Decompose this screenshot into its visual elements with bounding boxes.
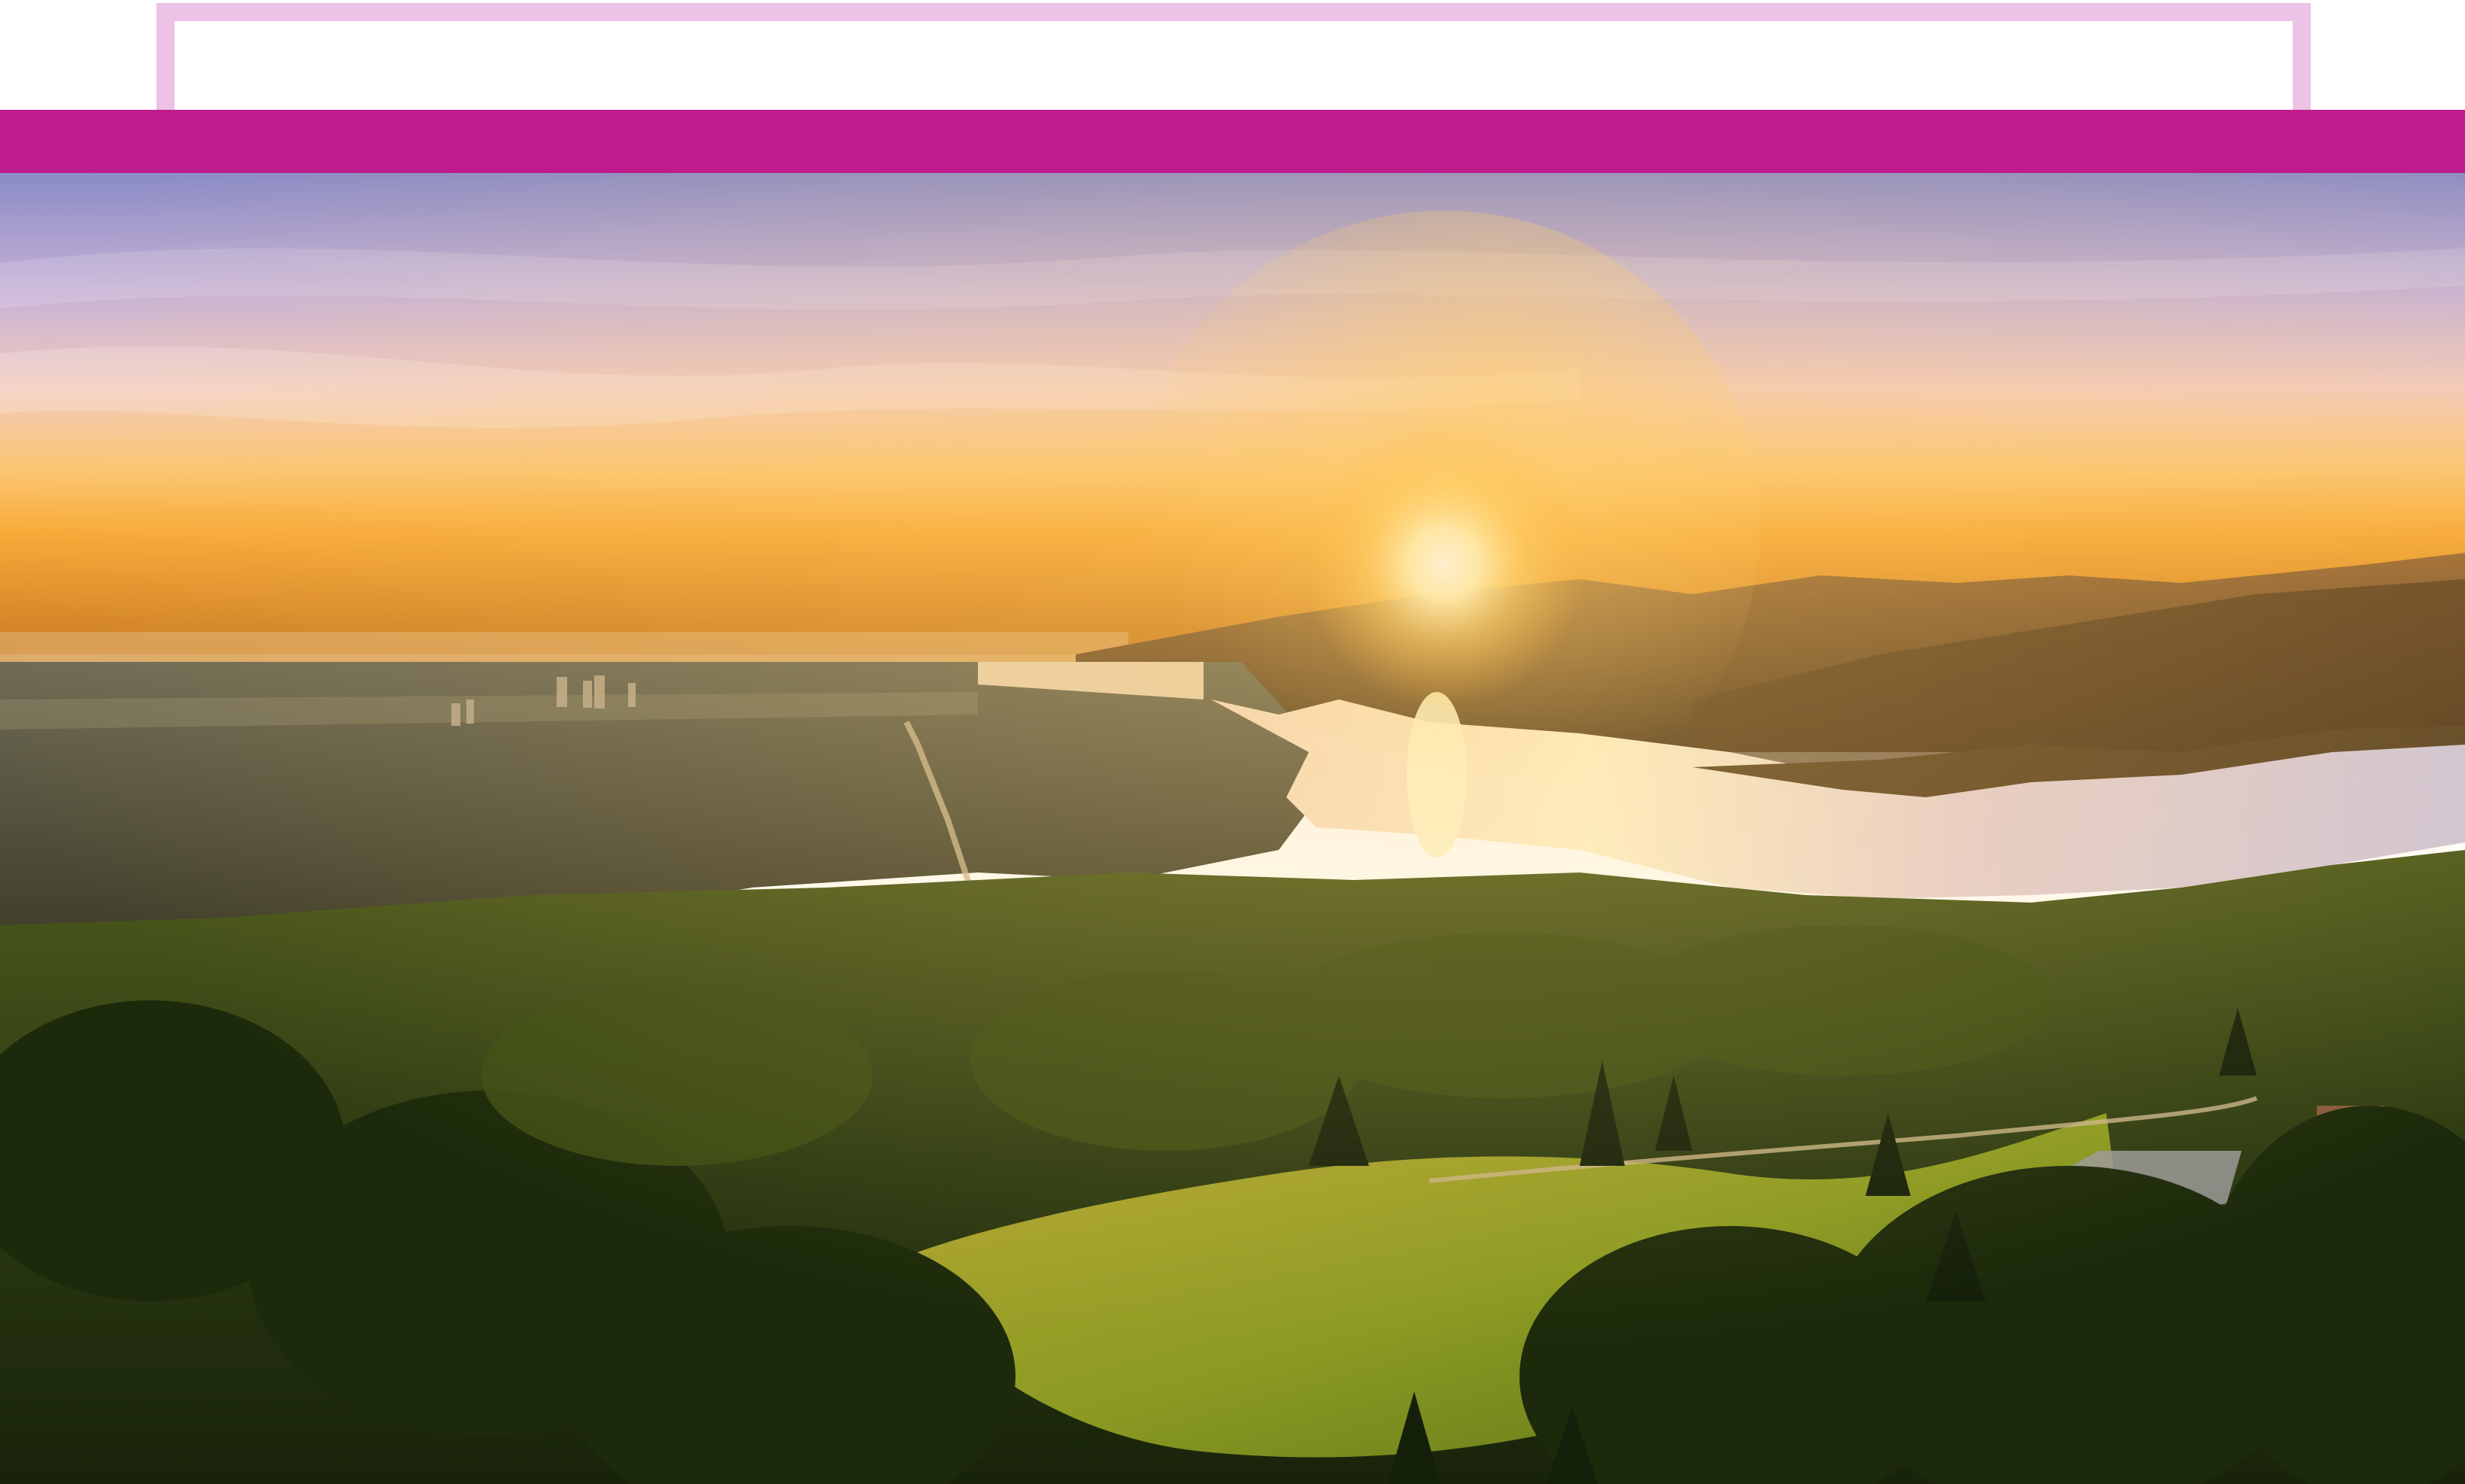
landscape-photo-icon <box>0 173 2465 1484</box>
page <box>0 0 2465 1484</box>
top-outline-frame <box>156 3 2311 111</box>
hero-image <box>0 173 2465 1484</box>
header-bar <box>0 110 2465 173</box>
